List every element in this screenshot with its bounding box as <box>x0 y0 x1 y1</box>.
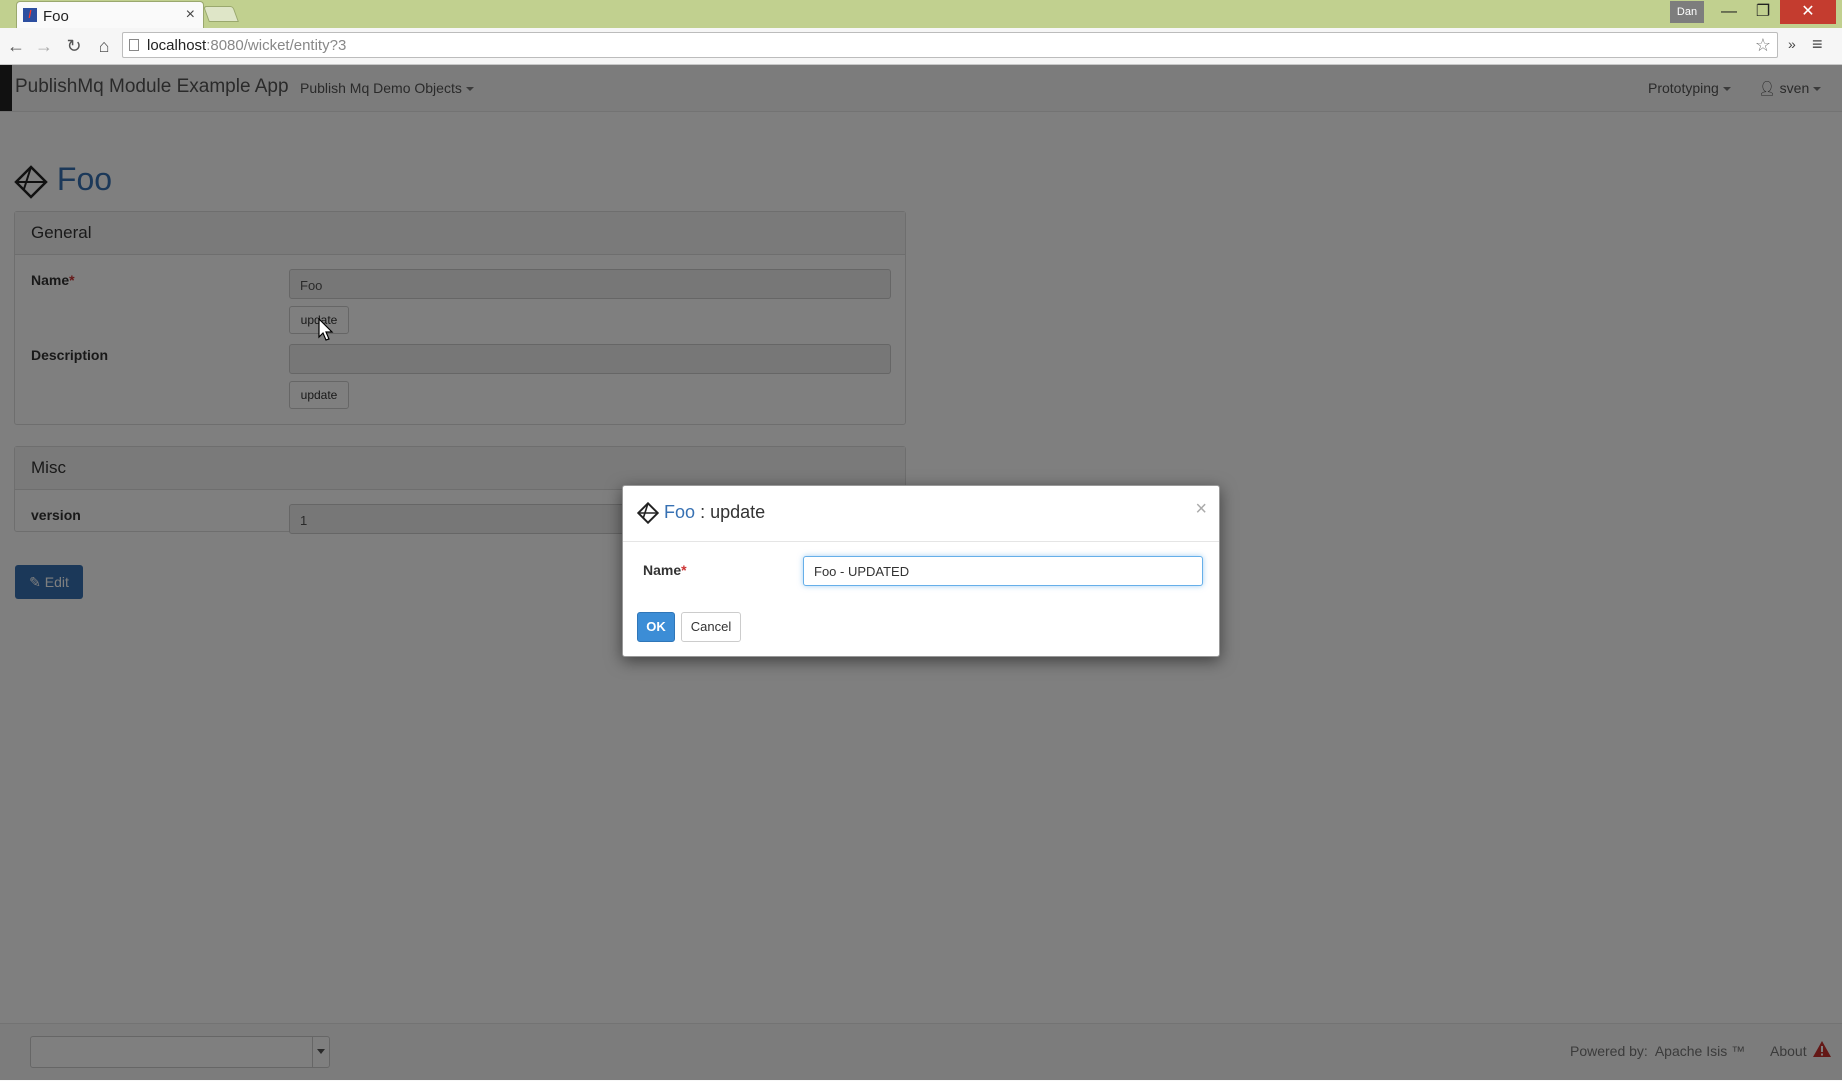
update-dialog: Foo : update × Name* OK Cancel <box>622 485 1220 657</box>
address-bar[interactable]: localhost:8080/wicket/entity?3 ☆ <box>122 32 1778 58</box>
browser-toolbar: ← → ↻ ⌂ localhost:8080/wicket/entity?3 ☆… <box>0 28 1842 65</box>
window-close-icon[interactable]: ✕ <box>1780 0 1836 24</box>
cancel-button[interactable]: Cancel <box>681 612 741 642</box>
tab-close-icon[interactable]: × <box>186 6 195 24</box>
menu-icon[interactable]: ≡ <box>1812 34 1823 55</box>
dialog-title: Foo : update <box>637 502 766 525</box>
name-input[interactable] <box>803 556 1203 586</box>
forward-icon[interactable]: → <box>32 34 56 58</box>
profile-badge[interactable]: Dan <box>1670 1 1704 23</box>
url-text: localhost:8080/wicket/entity?3 <box>147 37 346 54</box>
window-maximize-icon[interactable]: ❐ <box>1746 0 1780 24</box>
ok-button[interactable]: OK <box>637 612 675 642</box>
label-text: Name <box>643 562 682 578</box>
tab-title: Foo <box>43 8 69 25</box>
reload-icon[interactable]: ↻ <box>62 34 86 58</box>
dialog-entity-link[interactable]: Foo <box>664 502 695 522</box>
dialog-action-name: : update <box>700 502 766 522</box>
star-icon[interactable]: ☆ <box>1755 35 1771 56</box>
page-icon <box>129 39 139 51</box>
dialog-name-label: Name* <box>643 562 687 578</box>
mouse-cursor-icon <box>318 318 334 341</box>
extensions-chevron-icon[interactable]: » <box>1788 36 1796 52</box>
entity-logo-icon <box>637 502 659 525</box>
back-icon[interactable]: ← <box>4 34 28 58</box>
url-host: localhost <box>147 37 207 54</box>
dialog-header: Foo : update × <box>623 486 1219 542</box>
browser-tab-bar: / Foo × Dan — ❐ ✕ <box>0 0 1842 28</box>
url-path: :8080/wicket/entity?3 <box>206 37 347 54</box>
favicon-icon: / <box>23 8 37 22</box>
close-icon[interactable]: × <box>1195 498 1207 521</box>
required-mark: * <box>681 562 687 578</box>
new-tab-button[interactable] <box>203 6 239 22</box>
browser-tab-foo[interactable]: / Foo × <box>16 1 204 28</box>
home-icon[interactable]: ⌂ <box>92 34 116 58</box>
window-minimize-icon[interactable]: — <box>1712 0 1746 24</box>
